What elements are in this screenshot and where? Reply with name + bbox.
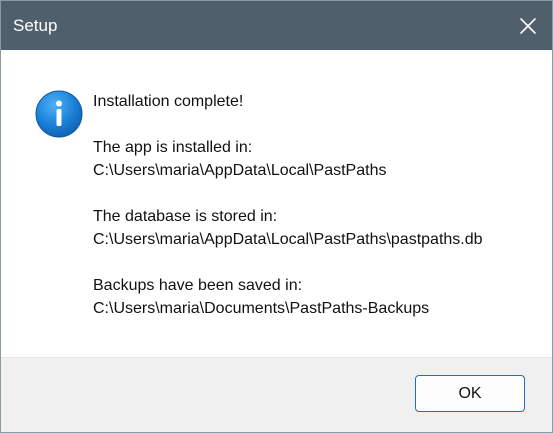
close-button[interactable] xyxy=(504,1,552,50)
window-title: Setup xyxy=(13,16,58,35)
backup-location-path: C:\Users\maria\Documents\PastPaths-Backu… xyxy=(93,300,430,317)
heading-text: Installation complete! xyxy=(93,93,244,110)
title-bar[interactable]: Setup xyxy=(1,1,552,50)
message-text: Installation complete! The app is instal… xyxy=(93,90,543,320)
close-icon xyxy=(520,17,536,34)
database-location-path: C:\Users\maria\AppData\Local\PastPaths\p… xyxy=(93,231,483,248)
app-location-label: The app is installed in: xyxy=(93,139,253,156)
info-icon xyxy=(35,90,83,138)
dialog-footer: OK xyxy=(1,357,552,432)
app-location-path: C:\Users\maria\AppData\Local\PastPaths xyxy=(93,162,387,179)
ok-button[interactable]: OK xyxy=(415,375,525,412)
backup-location-label: Backups have been saved in: xyxy=(93,277,303,294)
database-location-label: The database is stored in: xyxy=(93,208,278,225)
dialog-content: Installation complete! The app is instal… xyxy=(1,50,552,357)
setup-dialog: Setup Installation complete! The app is xyxy=(0,0,553,433)
